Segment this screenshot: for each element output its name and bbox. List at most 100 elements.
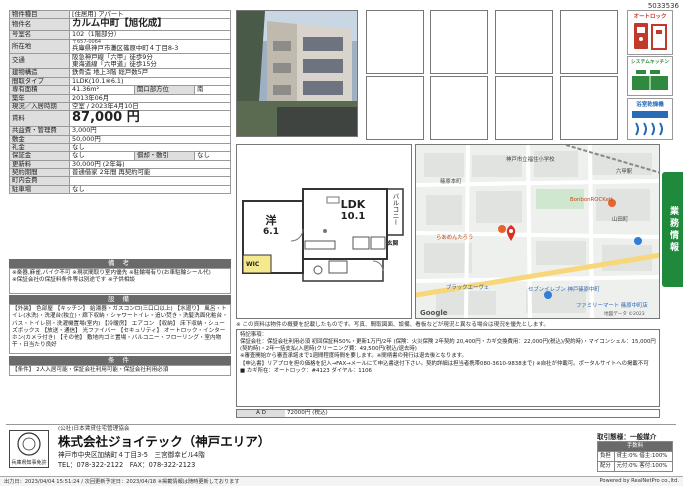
map-copyright: 地図データ ©2023 xyxy=(604,312,645,317)
rent-price: 87,000 円 xyxy=(69,110,231,128)
room-western-size: 6.1 xyxy=(263,227,279,237)
fee-table: 手数料 負担 貸主:0% 借主:100% 配分 元付:0% 客付:100% xyxy=(597,441,674,472)
label: 交通 xyxy=(9,52,70,70)
label: 共益費・管理費 xyxy=(9,126,70,136)
bathroom-dryer-label: 浴室乾燥機 xyxy=(636,102,664,108)
remarks-line: ■ カギ所在：オートロック：#4123 ダイヤル：1106 xyxy=(240,367,372,374)
row-parking: 駐車場 なし xyxy=(9,184,231,195)
label: 保証金 xyxy=(9,151,70,161)
company-name: 株式会社ジョイテック（神戸エリア） xyxy=(58,434,271,449)
value: 3,000円 xyxy=(69,126,231,136)
room-ldk-name: LDK xyxy=(340,198,366,211)
label: 号室名 xyxy=(9,30,70,40)
fee-value: 貸主:0% 借主:100% xyxy=(613,451,674,462)
ad-row: A D 72000円 (税込) xyxy=(236,409,660,418)
map-label: 山田町 xyxy=(612,217,629,223)
jouken-body: 【条件】 2人入居可能・保証会社利用可能・保証会社利用必須 xyxy=(9,365,231,376)
ad-value: 72000円 (税込) xyxy=(287,410,328,416)
row-fee: 共益費・管理費 3,000円 xyxy=(9,126,231,136)
jouken-heading: 条 件 xyxy=(9,356,231,365)
label: 専有面積 xyxy=(9,85,70,95)
property-table: 物件種目 [住居用] アパート 物件名 カルム中町【旭化成】 号室名 102（1階部分… xyxy=(9,9,232,195)
map-label: 神戸市立福住小学校 xyxy=(506,157,555,163)
photo-thumb-8[interactable] xyxy=(560,76,618,140)
address: 兵庫県神戸市灘区篠原中町４丁目8-3 xyxy=(72,44,179,53)
room-balcony: バルコニー xyxy=(391,193,399,226)
photo-thumb-6[interactable] xyxy=(430,76,488,140)
room-entrance: 玄関 xyxy=(387,241,399,247)
autolock-badge: オートロック xyxy=(627,10,673,55)
special-remarks: 特記事項： 保証会社：保証会社利用必須 初回保証料50%・更新1万円/2年 (保… xyxy=(236,329,660,407)
label: 賃料 xyxy=(9,110,70,128)
building-photo-image xyxy=(237,11,357,136)
license-text: 兵庫県知事免許 xyxy=(11,460,47,466)
label: 所在地 xyxy=(9,38,70,54)
sheet-number: 5033536 xyxy=(647,2,679,10)
bathroom-dryer-icon xyxy=(632,111,668,136)
photo-thumb-3[interactable] xyxy=(495,10,553,74)
room-wic: WIC xyxy=(246,261,260,268)
label: 開口部方位 xyxy=(133,85,195,95)
license-seal: 兵庫県知事免許 xyxy=(9,430,49,468)
fee-heading: 手数料 xyxy=(597,441,673,452)
value: なし xyxy=(69,151,135,161)
powered-by: Powered by RealNetPro co.,ltd. xyxy=(599,478,679,484)
remarks-line: 【申込書】リアプロを担の価格を記入→FAX→メールにて申込書送付下さい。契約詳細… xyxy=(240,360,649,367)
row-name: 物件名 カルム中町【旭化成】 xyxy=(9,18,231,32)
fee-label: 負担 xyxy=(597,451,615,462)
company-address: 神戸市中央区加納町４丁目3-5 三宮御幸ビル4階 xyxy=(58,451,205,459)
floor-plan[interactable]: 洋 6.1 LDK 10.1 WIC バルコニー 玄関 xyxy=(236,144,412,319)
business-info-tab[interactable]: 業務情報 xyxy=(662,172,683,287)
map-label: ファミリーマート 篠原中町店 xyxy=(576,303,648,309)
system-kitchen-badge: システムキッチン xyxy=(627,56,673,96)
ad-label: A D xyxy=(237,410,285,417)
label: 物件種目 xyxy=(9,9,70,20)
row-contract: 契約期間 普通借家 2年間 再契約可能 xyxy=(9,167,231,178)
autolock-label: オートロック xyxy=(633,14,667,20)
fee-label: 配分 xyxy=(597,461,615,472)
photo-thumb-1[interactable] xyxy=(366,10,424,74)
row-rent: 賃料 87,000 円 xyxy=(9,110,231,128)
row-area: 専有面積 41.36m² 開口部方位南 xyxy=(9,85,232,95)
map-label: 六甲駅 xyxy=(616,169,633,175)
bikou-text-2: ※保証会社の保証料条件等は別途です ※子供相談 xyxy=(12,277,136,284)
transaction-type: 取引態様：一般媒介 xyxy=(597,433,657,441)
area-map[interactable]: 篠原本町 BonbonROCKett らあめんたろう ブラックエーヴェ セブンイ… xyxy=(415,144,660,319)
autolock-icon xyxy=(634,23,667,50)
bathroom-dryer-badge: 浴室乾燥機 xyxy=(627,98,673,140)
label: 物件名 xyxy=(9,18,70,32)
setsubi-heading: 設 備 xyxy=(9,295,231,304)
value: なし xyxy=(69,184,231,195)
value: 普通借家 2年間 再契約可能 xyxy=(69,167,231,178)
photo-thumb-2[interactable] xyxy=(430,10,488,74)
row-deposit: 敷金 50,000円 xyxy=(9,134,231,144)
label: 現況／入居時期 xyxy=(9,101,70,112)
seal-icon xyxy=(17,432,41,456)
label: 町内会費 xyxy=(9,176,70,186)
setsubi-body: 【外装】 色部屋 【キッチン】 給湯器・ガスコンロ(三口口以上) 【水廻り】 風… xyxy=(9,304,231,354)
building-photo[interactable] xyxy=(236,10,358,137)
row-access: 交通 阪急神戸線「六甲」徒歩9分 東海道線「六甲道」徒歩15分 xyxy=(9,52,231,70)
label: 駐車場 xyxy=(9,184,70,195)
value: 50,000円 xyxy=(69,134,231,144)
remarks-line: ※審査開始から審査承諾まで1週間程度時間を要します。※間柄書の発行は退去後となり… xyxy=(240,353,467,360)
value xyxy=(69,176,231,186)
photo-thumb-5[interactable] xyxy=(366,76,424,140)
property-name: カルム中町【旭化成】 xyxy=(69,18,231,32)
photo-thumb-7[interactable] xyxy=(495,76,553,140)
bikou-body: ※楽器,麻雀,バイク不可 ※現状間取り室内優先 ※駐輪場有り(お車駐輪シール代)… xyxy=(9,268,231,294)
remarks-line: 保証会社：保証会社利用必須 初回保証料50%・更新1万円/2年 (保険：火災保険… xyxy=(240,339,656,353)
map-label: ブラックエーヴェ xyxy=(446,285,490,291)
label: 償却・敷引 xyxy=(133,151,195,161)
bikou-heading: 備 考 xyxy=(9,259,231,268)
map-label: らあめんたろう xyxy=(436,235,474,241)
value: 南 xyxy=(193,85,232,95)
value: 41.36m² xyxy=(69,85,135,95)
company-phone: TEL：078-322-2122 FAX：078-322-2123 xyxy=(58,461,196,469)
map-label: BonbonROCKett xyxy=(570,197,614,203)
system-kitchen-label: システムキッチン xyxy=(630,60,670,65)
value: 102（1階部分） xyxy=(69,30,231,40)
output-date: 出力日：2023/04/04 15:51:24 / 次回更新予定日：2023/0… xyxy=(4,479,240,485)
value: なし xyxy=(193,151,232,161)
photo-thumb-4[interactable] xyxy=(560,10,618,74)
